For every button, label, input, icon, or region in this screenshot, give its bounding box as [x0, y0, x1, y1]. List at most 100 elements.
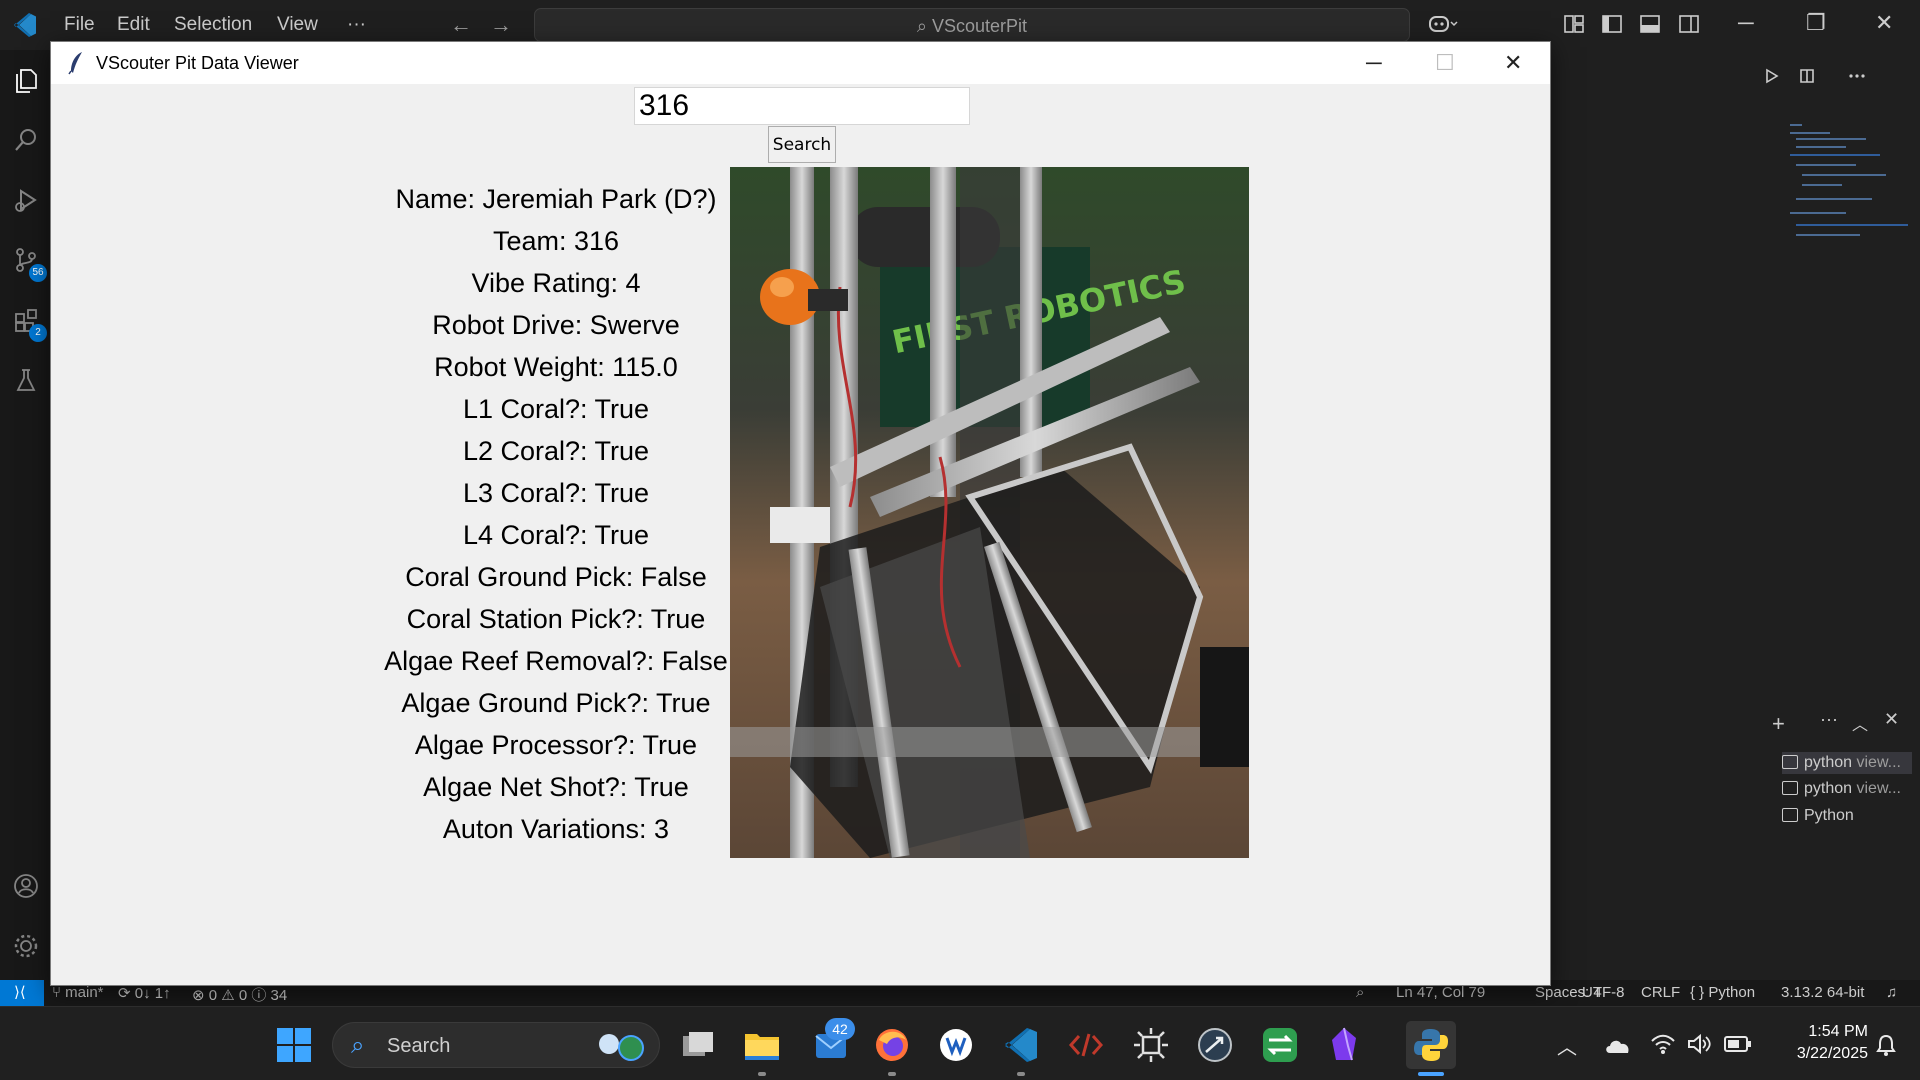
- toggle-panel-icon[interactable]: [1639, 13, 1661, 35]
- editor-background: [1550, 50, 1920, 980]
- copilot-icon[interactable]: [1428, 13, 1458, 35]
- sync-icon: ⟳: [118, 985, 135, 1002]
- menu-edit[interactable]: Edit: [117, 14, 150, 36]
- terminal-tab-3[interactable]: Python: [1782, 807, 1854, 825]
- close-icon[interactable]: ✕: [1875, 10, 1893, 36]
- encoding[interactable]: UTF-8: [1582, 984, 1625, 1001]
- tk-feather-icon: [68, 52, 82, 75]
- battery-icon[interactable]: [1724, 1035, 1752, 1053]
- search-highlight-globe-icon: [599, 1034, 644, 1061]
- search-button[interactable]: Search: [768, 126, 836, 163]
- wavebox-icon[interactable]: [937, 1026, 975, 1064]
- info-algae-net-shot: Algae Net Shot?: True: [423, 772, 689, 802]
- robot-photo: FIRST ROBOTICS: [730, 167, 1249, 858]
- search-icon[interactable]: [12, 126, 40, 154]
- active-app-indicator: [1418, 1072, 1444, 1076]
- wifi-icon[interactable]: [1650, 1033, 1676, 1055]
- firefox-icon[interactable]: [873, 1026, 911, 1064]
- windows-taskbar: ⌕ Search 42 ︿ 1:54 PM 3/22/2025: [0, 1006, 1920, 1080]
- activity-bar: 56 2: [0, 50, 52, 980]
- info-l2-coral: L2 Coral?: True: [462, 436, 650, 466]
- toggle-secondary-sidebar-icon[interactable]: [1678, 13, 1700, 35]
- onedrive-cloud-icon[interactable]: [1604, 1035, 1632, 1055]
- explorer-icon[interactable]: [12, 66, 40, 94]
- new-terminal-icon[interactable]: +: [1772, 711, 1785, 737]
- sync-app-icon[interactable]: [1261, 1026, 1299, 1064]
- app-minimize-icon[interactable]: ─: [1366, 50, 1382, 76]
- run-debug-icon[interactable]: [12, 186, 40, 214]
- info-l4-coral: L4 Coral?: True: [462, 520, 650, 550]
- python-tk-taskbar-icon[interactable]: [1406, 1021, 1456, 1069]
- info-coral-station-pick: Coral Station Pick?: True: [406, 604, 706, 634]
- menu-file[interactable]: File: [64, 14, 95, 36]
- menu-selection[interactable]: Selection: [174, 14, 252, 36]
- command-center[interactable]: ⌕ VScouterPit: [534, 8, 1410, 42]
- forward-arrow-icon[interactable]: →: [490, 12, 512, 38]
- testing-icon[interactable]: [12, 366, 40, 394]
- back-arrow-icon[interactable]: ←: [450, 12, 472, 38]
- info-algae-ground-pick: Algae Ground Pick?: True: [401, 688, 711, 718]
- python-interpreter[interactable]: 3.13.2 64-bit: [1781, 984, 1864, 1001]
- branch-name: main*: [65, 984, 104, 1001]
- minimap[interactable]: [1790, 124, 1908, 274]
- obsidian-icon[interactable]: [1325, 1026, 1363, 1064]
- terminal-icon: [1782, 781, 1798, 795]
- app-close-icon[interactable]: ✕: [1504, 50, 1522, 76]
- volume-icon[interactable]: [1686, 1033, 1712, 1055]
- close-panel-icon[interactable]: ✕: [1884, 709, 1899, 730]
- remote-icon: ⟩⟨: [14, 984, 26, 1001]
- windows-start-icon[interactable]: [275, 1026, 313, 1064]
- team-search-input[interactable]: [634, 87, 970, 125]
- restore-icon[interactable]: ❐: [1806, 10, 1826, 36]
- terminal-name: python: [1804, 754, 1853, 771]
- terminal-icon: [1782, 755, 1798, 769]
- panel-header: + ··· ︿ ✕: [1550, 705, 1920, 745]
- frc-driver-station-icon[interactable]: [1196, 1026, 1234, 1064]
- info-vibe-rating: Vibe Rating: 4: [471, 268, 641, 298]
- brightness-icon[interactable]: [1132, 1026, 1170, 1064]
- task-view-icon[interactable]: [679, 1026, 717, 1064]
- menu-more[interactable]: ···: [347, 14, 366, 36]
- terminal-tab-1[interactable]: python view...: [1782, 752, 1912, 774]
- menu-view[interactable]: View: [277, 14, 318, 36]
- info-robot-weight: Robot Weight: 115.0: [434, 352, 678, 382]
- notification-bell-icon[interactable]: [1874, 1033, 1898, 1057]
- mail-badge: 42: [825, 1018, 855, 1040]
- maximize-panel-icon[interactable]: ︿: [1852, 711, 1868, 735]
- accounts-icon[interactable]: [12, 872, 40, 900]
- running-indicator: [1017, 1072, 1025, 1076]
- clock-date: 3/22/2025: [1796, 1045, 1868, 1062]
- line-ending[interactable]: CRLF: [1641, 984, 1680, 1001]
- command-center-label: VScouterPit: [932, 16, 1028, 36]
- search-icon: ⌕: [916, 16, 933, 36]
- taskbar-clock[interactable]: 1:54 PM 3/22/2025: [1768, 1021, 1868, 1065]
- vscode-taskbar-icon[interactable]: [1002, 1026, 1040, 1064]
- taskbar-search-label: Search: [387, 1035, 451, 1057]
- minimize-icon[interactable]: ─: [1738, 10, 1754, 36]
- zoom-icon[interactable]: ⌕: [1356, 984, 1364, 1001]
- language-mode[interactable]: { } Python: [1690, 984, 1755, 1001]
- remote-indicator[interactable]: ⟩⟨: [0, 980, 44, 1006]
- terminal-tab-2[interactable]: python view...: [1782, 780, 1901, 798]
- cursor-position[interactable]: Ln 47, Col 79: [1396, 984, 1485, 1001]
- info-algae-processor: Algae Processor?: True: [414, 730, 698, 760]
- branch-status[interactable]: ⑂ main*: [52, 984, 104, 1001]
- app-titlebar[interactable]: VScouter Pit Data Viewer ─ ☐ ✕: [51, 42, 1550, 84]
- show-hidden-icons-icon[interactable]: ︿: [1557, 1031, 1577, 1060]
- running-indicator: [888, 1072, 896, 1076]
- problems-status[interactable]: ⊗ 0 ⚠ 0 ⓘ 34: [192, 984, 287, 1005]
- terminal-detail: view...: [1856, 780, 1901, 797]
- pit-data-list: Name: Jeremiah Park (D?) Team: 316 Vibe …: [336, 178, 776, 850]
- code-editor-icon[interactable]: [1067, 1026, 1105, 1064]
- notifications-bell-icon[interactable]: ♫: [1886, 984, 1897, 1001]
- sync-status[interactable]: ⟳ 0↓ 1↑: [118, 984, 171, 1002]
- more-actions-icon[interactable]: ···: [1820, 709, 1838, 730]
- toggle-sidebar-icon[interactable]: [1601, 13, 1623, 35]
- terminal-name: python: [1804, 780, 1853, 797]
- manage-gear-icon[interactable]: [12, 932, 40, 960]
- info-coral-ground-pick: Coral Ground Pick: False: [405, 562, 707, 592]
- taskbar-search[interactable]: ⌕ Search: [332, 1022, 660, 1068]
- customize-layout-icon[interactable]: [1563, 13, 1585, 35]
- file-explorer-icon[interactable]: [743, 1026, 781, 1064]
- terminal-name: Python: [1804, 807, 1854, 824]
